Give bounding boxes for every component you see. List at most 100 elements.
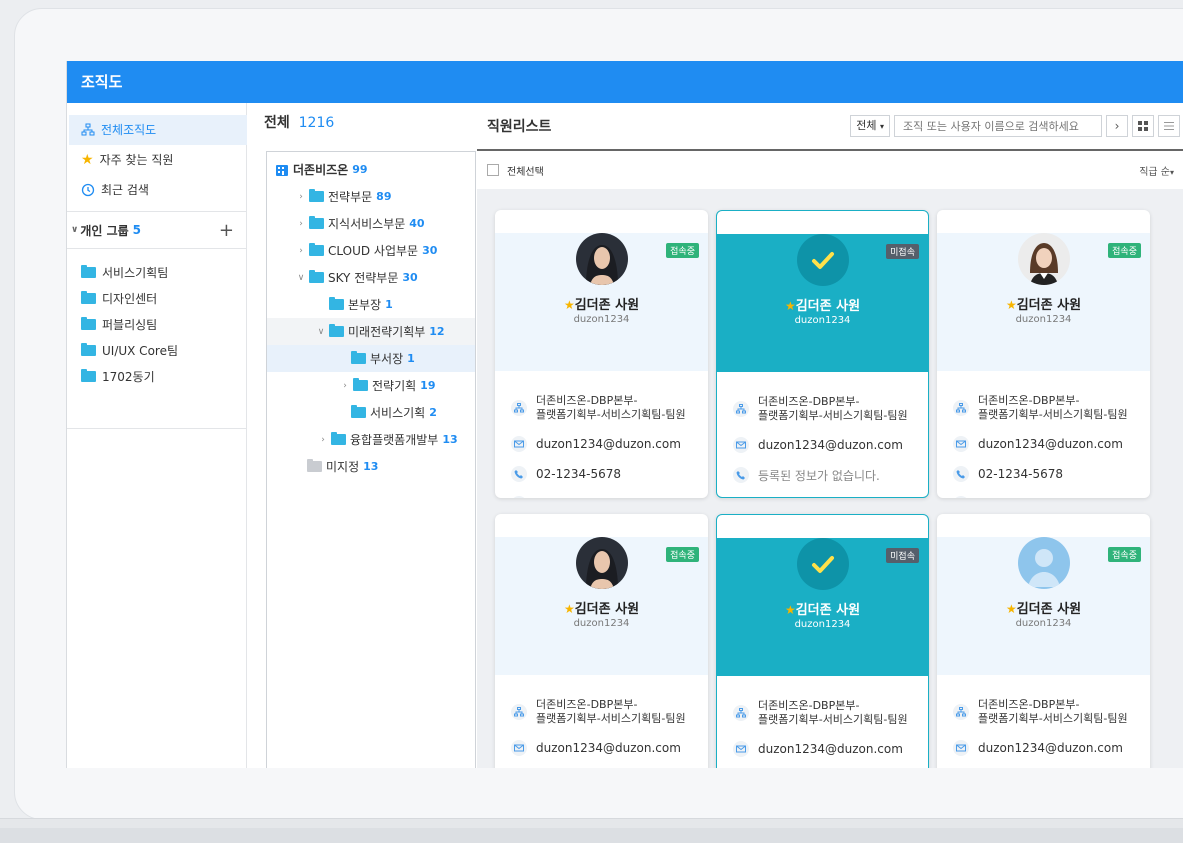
tree-node[interactable]: › 지식서비스부문 40	[267, 210, 475, 237]
chevron-right-icon: ›	[1114, 119, 1120, 133]
tree-total: 1216	[298, 115, 335, 131]
org-chart-icon	[81, 123, 95, 136]
tree-node-label: 미래전략기획부	[348, 325, 426, 339]
group-item[interactable]: 퍼블리싱팀	[67, 311, 246, 337]
org-icon	[511, 704, 527, 720]
tree-node[interactable]: ∨ 미래전략기획부 12	[267, 318, 475, 345]
mobile-value: 010-1234-5678	[978, 497, 1071, 498]
mail-icon	[511, 740, 527, 756]
tree-node[interactable]: › 전략기획 19	[267, 372, 475, 399]
avatar	[575, 537, 628, 589]
card-info: 더존비즈온-DBP본부- 플랫폼기획부-서비스기획팀-팀원 duzon1234@du…	[717, 676, 928, 768]
folder-icon	[353, 378, 368, 391]
group-label: 퍼블리싱팀	[102, 317, 158, 332]
org-text: 더존비즈온-DBP본부- 플랫폼기획부-서비스기획팀-팀원	[758, 395, 908, 423]
personal-group-header[interactable]: ∨ 개인 그룹 5 +	[67, 211, 246, 249]
add-group-icon[interactable]: +	[219, 220, 234, 241]
tree-node-label: 지식서비스부문	[328, 217, 406, 231]
app-title: 조직도	[67, 61, 1183, 103]
employee-card[interactable]: 미접속 ★김더존 사원 duzon1234 더존비즈온-DBP본부- 플랫폼기획부-서비…	[716, 210, 929, 498]
nav-item-favorites[interactable]: ★ 자주 찾는 직원	[67, 145, 246, 175]
list-header: 직원리스트 전체 ▾ ›	[477, 103, 1183, 151]
org-line-1: 더존비즈온-DBP본부-	[758, 699, 860, 712]
filter-value: 전체	[856, 119, 877, 132]
employee-name: ★김더존 사원	[717, 599, 928, 618]
email-row[interactable]: duzon1234@duzon.com	[953, 733, 1150, 763]
tree-node[interactable]: 서비스기획 2	[267, 399, 475, 426]
employee-name: ★김더존 사원	[495, 598, 708, 617]
tree-node[interactable]: › 융합플랫폼개발부 13	[267, 426, 475, 453]
email-row[interactable]: duzon1234@duzon.com	[511, 429, 708, 459]
employee-name-text: 김더존 사원	[1016, 602, 1082, 617]
group-item[interactable]: 서비스기획팀	[67, 259, 246, 285]
nav-item-recent-search[interactable]: 최근 검색	[67, 175, 246, 205]
nav-item-org-chart[interactable]: 전체조직도	[69, 115, 247, 145]
folder-icon	[81, 316, 96, 330]
nav-item-label: 최근 검색	[101, 183, 149, 197]
tree-node-count: 13	[363, 460, 379, 473]
org-icon	[733, 705, 749, 721]
grid-view-button[interactable]	[1132, 115, 1154, 137]
org-line-2: 플랫폼기획부-서비스기획팀-팀원	[536, 712, 686, 725]
tree-node-count: 40	[409, 217, 425, 230]
star-icon[interactable]: ★	[785, 603, 796, 617]
star-icon[interactable]: ★	[564, 602, 575, 616]
avatar	[1017, 233, 1070, 285]
status-badge: 접속중	[1108, 243, 1141, 258]
tree-node-root[interactable]: 더존비즈온 99	[267, 156, 475, 183]
tree-node[interactable]: › CLOUD 사업부문 30	[267, 237, 475, 264]
tree-node[interactable]: › 전략부문 89	[267, 183, 475, 210]
list-view-button[interactable]	[1158, 115, 1180, 137]
star-icon[interactable]: ★	[1006, 602, 1017, 616]
tree-node[interactable]: 미지정 13	[267, 453, 475, 480]
group-item[interactable]: 1702동기	[67, 363, 246, 389]
tree-node-count: 19	[420, 379, 436, 392]
mobile-icon	[733, 497, 749, 498]
card-header: 접속중 ★김더존 사원 duzon1234	[495, 233, 708, 371]
tree-node-label: SKY 전략부문	[328, 271, 399, 285]
star-icon: ★	[81, 152, 94, 168]
group-item[interactable]: 디자인센터	[67, 285, 246, 311]
tree-node-label: 미지정	[326, 460, 360, 474]
folder-icon	[329, 324, 344, 337]
sort-select[interactable]: 직급 순▾	[1139, 163, 1174, 178]
group-item[interactable]: UI/UX Core팀	[67, 337, 246, 363]
email-value: duzon1234@duzon.com	[758, 742, 903, 756]
chevron-right-icon: ›	[343, 380, 347, 391]
email-row[interactable]: duzon1234@duzon.com	[511, 733, 708, 763]
card-header: 접속중 ★김더존 사원 duzon1234	[495, 537, 708, 675]
email-row[interactable]: duzon1234@duzon.com	[733, 734, 928, 764]
employee-card[interactable]: 접속중 ★김더존 사원 duzon1234 더존비즈온-DBP본부- 플랫폼기획부-서비…	[495, 210, 708, 498]
employee-card[interactable]: 접속중 ★김더존 사원 duzon1234 더존비즈온-DBP본부- 플랫폼기획부-서비…	[937, 210, 1150, 498]
employee-list-panel: 직원리스트 전체 ▾ › 전체선택 직급 순▾ 접속중★김더존 사원duzon1…	[477, 103, 1183, 768]
filter-select[interactable]: 전체 ▾	[850, 115, 890, 137]
card-header: 접속중 ★김더존 사원 duzon1234	[937, 233, 1150, 371]
default-avatar-icon	[1017, 537, 1070, 589]
grid-icon	[1138, 121, 1148, 131]
selected-check-icon	[796, 234, 849, 286]
org-icon	[953, 400, 969, 416]
star-icon[interactable]: ★	[564, 298, 575, 312]
org-icon	[953, 704, 969, 720]
tree-node[interactable]: ∨ SKY 전략부문 30	[267, 264, 475, 291]
tree-node-selected[interactable]: 부서장 1	[267, 345, 475, 372]
group-title: 개인 그룹	[80, 223, 129, 238]
org-line-2: 플랫폼기획부-서비스기획팀-팀원	[758, 409, 908, 422]
tree-node-count: 12	[429, 325, 445, 338]
employee-card[interactable]: 미접속 ★김더존 사원 duzon1234 더존비즈온-DBP본부- 플랫폼기획부-서비…	[716, 514, 929, 768]
search-submit-button[interactable]: ›	[1106, 115, 1128, 137]
sort-value: 직급 순	[1139, 166, 1170, 178]
search-input[interactable]	[894, 115, 1102, 137]
tree-node-label: CLOUD 사업부문	[328, 244, 419, 258]
star-icon[interactable]: ★	[1006, 298, 1017, 312]
email-row[interactable]: duzon1234@duzon.com	[953, 429, 1150, 459]
employee-card[interactable]: 접속중 ★김더존 사원 duzon1234 더존비즈온-DBP본부- 플랫폼기획부-서비…	[937, 514, 1150, 768]
star-icon[interactable]: ★	[785, 299, 796, 313]
folder-icon	[351, 351, 366, 364]
select-all-checkbox[interactable]	[487, 164, 499, 176]
tree-node[interactable]: 본부장 1	[267, 291, 475, 318]
email-row[interactable]: duzon1234@duzon.com	[733, 430, 928, 460]
folder-icon	[81, 342, 96, 356]
folder-icon	[81, 368, 96, 382]
employee-card[interactable]: 접속중 ★김더존 사원 duzon1234 더존비즈온-DBP본부- 플랫폼기획부-서비…	[495, 514, 708, 768]
